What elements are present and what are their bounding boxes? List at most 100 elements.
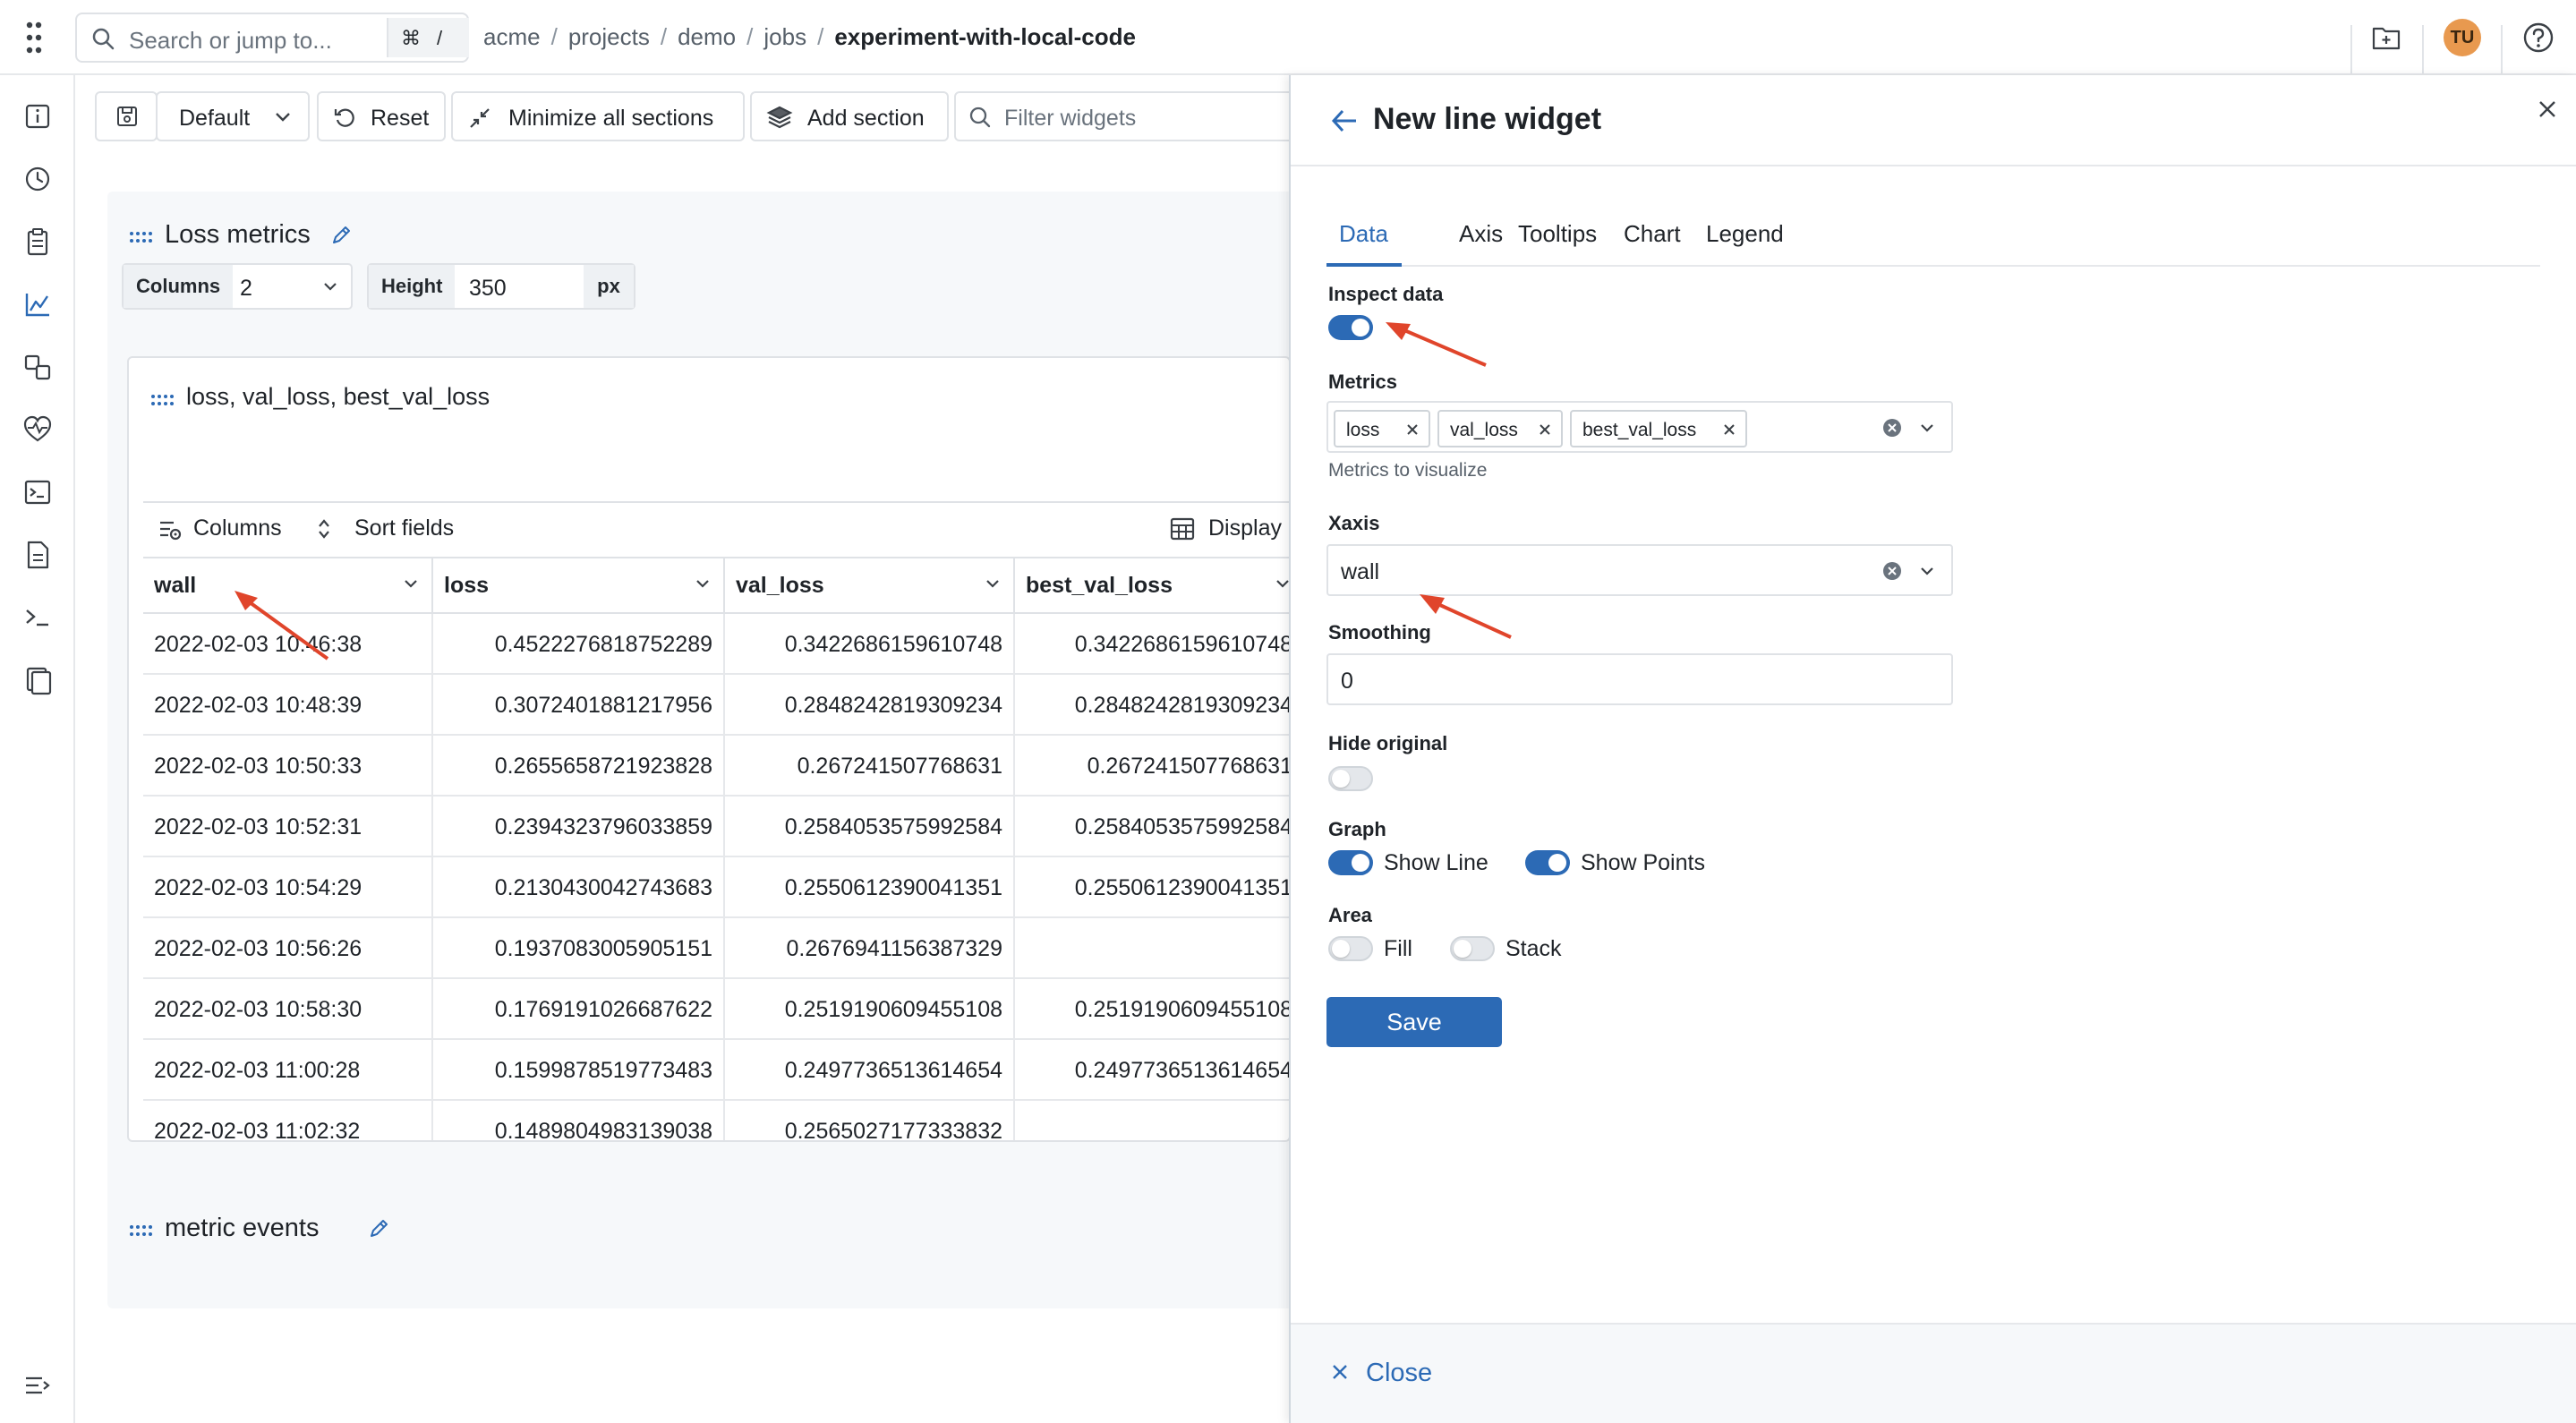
metrics-multiselect[interactable]: loss val_loss best_val_loss — [1326, 401, 1953, 453]
edit-pencil-icon[interactable] — [367, 1217, 390, 1240]
chevron-down-icon[interactable] — [1919, 566, 1935, 576]
table-cell-value: 2022-02-03 10:50:33 — [154, 754, 362, 780]
columns-select[interactable]: Columns 2 — [122, 263, 353, 310]
clear-icon[interactable] — [1881, 560, 1903, 582]
smoothing-input[interactable]: 0 — [1326, 653, 1953, 705]
table-cell: 2022-02-03 10:48:39 — [143, 675, 433, 736]
table-cell: 0.2519190609455108 — [1015, 979, 1289, 1040]
breadcrumb-demo[interactable]: demo — [678, 23, 736, 51]
drag-handle-icon[interactable] — [129, 1224, 152, 1237]
info-icon[interactable] — [20, 98, 55, 134]
drag-handle-icon[interactable] — [150, 394, 174, 406]
column-header-wall[interactable]: wall — [143, 558, 433, 614]
table-cell: 0.2584053575992584 — [1015, 797, 1289, 857]
close-button[interactable]: Close — [1366, 1359, 1432, 1388]
remove-chip-icon[interactable] — [1722, 422, 1736, 437]
header-label: val_loss — [736, 573, 824, 599]
height-input[interactable]: Height 350 px — [367, 263, 635, 310]
table-cell: 0.2550612390041351 — [1015, 857, 1289, 918]
sort-fields-button[interactable]: Sort fields — [354, 516, 454, 541]
display-button[interactable]: Display — [1208, 516, 1282, 541]
terminal-window-icon[interactable] — [20, 474, 55, 510]
expand-nav-icon[interactable] — [20, 1368, 55, 1403]
fill-label: Fill — [1384, 936, 1412, 962]
table-cell-value: 2022-02-03 10:58:30 — [154, 997, 362, 1023]
table-cell: 0.2130430042743683 — [433, 857, 725, 918]
fill-toggle[interactable] — [1328, 936, 1373, 961]
close-icon[interactable] — [2537, 98, 2558, 120]
health-icon[interactable] — [20, 412, 55, 447]
tab-tooltips[interactable]: Tooltips — [1518, 220, 1597, 248]
tab-chart[interactable]: Chart — [1624, 220, 1681, 248]
left-nav-rail — [0, 75, 75, 1423]
header-label: loss — [444, 573, 489, 599]
new-line-widget-panel: New line widget Data Axis Tooltips Chart… — [1289, 75, 2576, 1423]
column-header-val-loss[interactable]: val_loss — [725, 558, 1015, 614]
smoothing-value: 0 — [1341, 669, 1353, 694]
reset-button[interactable]: Reset — [317, 91, 446, 141]
charts-icon[interactable] — [20, 286, 55, 322]
chevron-down-icon — [695, 578, 711, 589]
tab-legend[interactable]: Legend — [1706, 220, 1784, 248]
header-label: best_val_loss — [1026, 573, 1173, 599]
add-section-button[interactable]: Add section — [750, 91, 949, 141]
tab-axis[interactable]: Axis — [1459, 220, 1503, 248]
xaxis-select[interactable]: wall — [1326, 544, 1953, 596]
artifacts-icon[interactable] — [20, 349, 55, 385]
table-cell: 0.2848242819309234 — [1015, 675, 1289, 736]
topbar-divider — [2501, 25, 2503, 73]
columns-button[interactable]: Columns — [193, 516, 282, 541]
table-cell: 2022-02-03 10:46:38 — [143, 614, 433, 675]
inspect-data-toggle[interactable] — [1328, 315, 1373, 340]
table-cell: 0.2519190609455108 — [725, 979, 1015, 1040]
clear-icon[interactable] — [1881, 417, 1903, 439]
graph-label: Graph — [1328, 818, 1386, 841]
minimize-all-sections-button[interactable]: Minimize all sections — [451, 91, 745, 141]
table-cell-value: 0.2497736513614654 — [1075, 1058, 1289, 1084]
inspect-data-label: Inspect data — [1328, 283, 1443, 306]
new-folder-icon[interactable] — [2372, 25, 2401, 50]
show-line-toggle[interactable] — [1328, 850, 1373, 875]
breadcrumb-projects[interactable]: projects — [568, 23, 650, 51]
avatar[interactable]: TU — [2444, 19, 2481, 56]
table-cell-value: 2022-02-03 11:02:32 — [154, 1119, 360, 1142]
drag-handle-icon[interactable] — [129, 231, 152, 243]
height-label: Height — [369, 265, 455, 308]
breadcrumb-acme[interactable]: acme — [483, 23, 541, 51]
search-input[interactable]: Search or jump to... ⌘ / — [75, 13, 469, 63]
minimize-label: Minimize all sections — [508, 106, 713, 132]
help-icon[interactable] — [2522, 21, 2555, 54]
notebook-icon[interactable] — [20, 662, 55, 698]
remove-chip-icon[interactable] — [1538, 422, 1552, 437]
table-cell-value: 2022-02-03 10:54:29 — [154, 875, 362, 901]
xaxis-label: Xaxis — [1328, 512, 1380, 535]
history-icon[interactable] — [20, 161, 55, 197]
table-cell: 0.1489804983139038 — [433, 1101, 725, 1142]
save-layout-button[interactable] — [95, 91, 158, 141]
breadcrumb-jobs[interactable]: jobs — [763, 23, 806, 51]
filter-widgets-input[interactable]: Filter widgets — [954, 91, 1289, 141]
app-switcher-icon[interactable] — [25, 21, 43, 54]
save-button[interactable]: Save — [1326, 997, 1502, 1047]
table-cell-value: 0.2565027177333832 — [785, 1119, 1002, 1142]
chevron-down-icon — [1275, 578, 1289, 589]
close-icon[interactable] — [1330, 1362, 1350, 1382]
table-cell-value: 0.267241507768631 — [1088, 754, 1289, 780]
hide-original-toggle[interactable] — [1328, 766, 1373, 791]
panel-header: New line widget — [1291, 75, 2576, 166]
show-points-toggle[interactable] — [1525, 850, 1570, 875]
column-header-loss[interactable]: loss — [433, 558, 725, 614]
tab-data[interactable]: Data — [1339, 220, 1388, 248]
stack-toggle[interactable] — [1450, 936, 1495, 961]
console-icon[interactable] — [20, 600, 55, 635]
back-arrow-icon[interactable] — [1330, 107, 1359, 134]
edit-pencil-icon[interactable] — [329, 224, 353, 247]
table-cell: 0.2550612390041351 — [725, 857, 1015, 918]
layout-select[interactable]: Default — [156, 91, 310, 141]
metric-events-section: metric events — [107, 1185, 1289, 1308]
clipboard-icon[interactable] — [20, 224, 55, 260]
document-icon[interactable] — [20, 537, 55, 573]
chevron-down-icon[interactable] — [1919, 422, 1935, 433]
remove-chip-icon[interactable] — [1405, 422, 1420, 437]
column-header-best-val-loss[interactable]: best_val_loss — [1015, 558, 1289, 614]
